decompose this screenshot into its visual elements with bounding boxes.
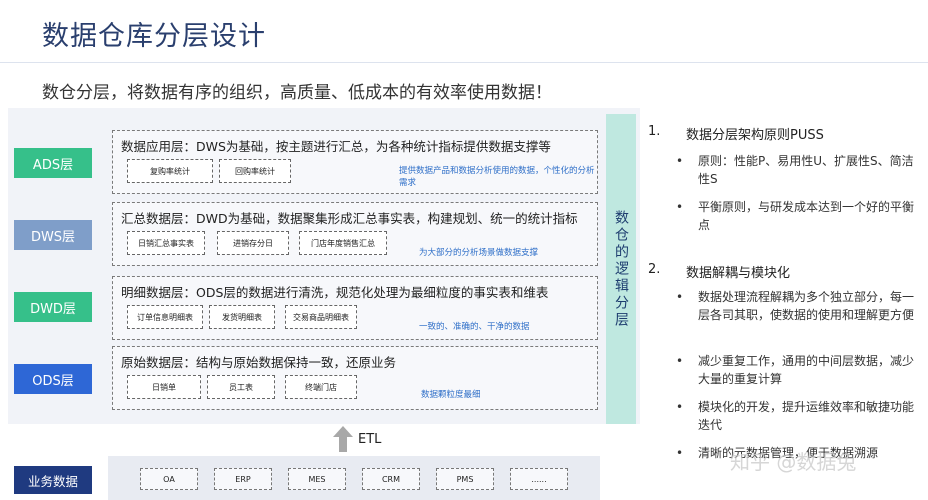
principle-bullet: 原则：性能P、易用性U、扩展性S、简洁性S — [698, 154, 914, 186]
ods-chip: 终端门店 — [285, 375, 357, 399]
bullet-icon: • — [676, 290, 684, 304]
dws-chip: 日销汇总事实表 — [127, 231, 205, 255]
principle-title: 数据分层架构原则PUSS — [686, 128, 824, 143]
source-system: CRM — [362, 468, 420, 490]
dwd-chip: 订单信息明细表 — [127, 305, 203, 329]
ods-chip: 日销单 — [127, 375, 201, 399]
source-system: MES — [288, 468, 346, 490]
ods-layer-label: ODS层 — [14, 364, 92, 394]
source-system: ERP — [214, 468, 272, 490]
principle-bullet: 模块化的开发，提升运维效率和敏捷功能迭代 — [698, 400, 915, 432]
page-title: 数据仓库分层设计 — [42, 21, 266, 52]
page-subtitle: 数仓分层，将数据有序的组织，高质量、低成本的有效率使用数据！ — [42, 83, 552, 103]
dws-chip: 门店年度销售汇总 — [299, 231, 387, 255]
watermark: 知乎 @数据兔 — [730, 450, 857, 474]
dwd-chip: 交易商品明细表 — [285, 305, 357, 329]
dws-chip: 进销存分日 — [217, 231, 289, 255]
ads-chip: 回购率统计 — [219, 159, 291, 183]
source-system: ...... — [510, 468, 568, 490]
ads-layer-box: 数据应用层：DWS为基础，按主题进行汇总，为各种统计指标提供数据支撑等 复购率统… — [112, 130, 598, 194]
bullet-icon: • — [676, 154, 684, 168]
ads-layer-label: ADS层 — [14, 148, 92, 178]
ads-layer-note: 提供数据产品和数据分析使用的数据，个性化的分析需求 — [399, 166, 595, 188]
source-system: PMS — [436, 468, 494, 490]
bullet-icon: • — [676, 200, 684, 214]
ods-layer-note: 数据颗粒度最细 — [421, 390, 481, 400]
dws-layer-box: 汇总数据层：DWD为基础，数据聚集形成汇总事实表，构建规划、统一的统计指标 日销… — [112, 202, 598, 266]
bullet-icon: • — [676, 354, 684, 368]
title-divider — [0, 62, 928, 63]
principle-bullet: 平衡原则，与研发成本达到一个好的平衡点 — [698, 200, 915, 232]
ods-chip: 员工表 — [207, 375, 275, 399]
dwd-layer-label: DWD层 — [14, 292, 92, 322]
dws-layer-label: DWS层 — [14, 220, 92, 250]
dwd-layer-note: 一致的、准确的、干净的数据 — [419, 322, 530, 332]
dwd-layer-heading: 明细数据层：ODS层的数据进行清洗，规范化处理为最细粒度的事实表和维表 — [121, 285, 549, 300]
principle-bullet: 数据处理流程解耦为多个独立部分，每一层各司其职，使数据的使用和理解更方便 — [698, 290, 915, 322]
bullet-icon: • — [676, 446, 684, 460]
dws-layer-heading: 汇总数据层：DWD为基础，数据聚集形成汇总事实表，构建规划、统一的统计指标 — [121, 211, 578, 226]
logical-layers-bar: 数仓的逻辑分层 — [606, 114, 636, 424]
ods-layer-box: 原始数据层：结构与原始数据保持一致，还原业务 日销单 员工表 终端门店 数据颗粒… — [112, 346, 598, 410]
source-system: OA — [140, 468, 198, 490]
principle-number: 1. — [648, 124, 661, 139]
ods-layer-heading: 原始数据层：结构与原始数据保持一致，还原业务 — [121, 355, 397, 370]
etl-arrow-icon — [333, 426, 353, 452]
bullet-icon: • — [676, 400, 684, 414]
ads-layer-heading: 数据应用层：DWS为基础，按主题进行汇总，为各种统计指标提供数据支撑等 — [121, 139, 551, 154]
principle-number: 2. — [648, 262, 661, 277]
dwd-layer-box: 明细数据层：ODS层的数据进行清洗，规范化处理为最细粒度的事实表和维表 订单信息… — [112, 276, 598, 340]
logical-layers-label: 数仓的逻辑分层 — [613, 209, 629, 329]
principle-bullet: 减少重复工作，通用的中间层数据，减少大量的重复计算 — [698, 354, 915, 386]
etl-label: ETL — [358, 432, 382, 447]
dws-layer-note: 为大部分的分析场景做数据支撑 — [419, 248, 539, 258]
principle-title: 数据解耦与模块化 — [686, 266, 791, 281]
dwd-chip: 发货明细表 — [209, 305, 275, 329]
ads-chip: 复购率统计 — [127, 159, 213, 183]
business-data-label: 业务数据 — [14, 466, 92, 494]
